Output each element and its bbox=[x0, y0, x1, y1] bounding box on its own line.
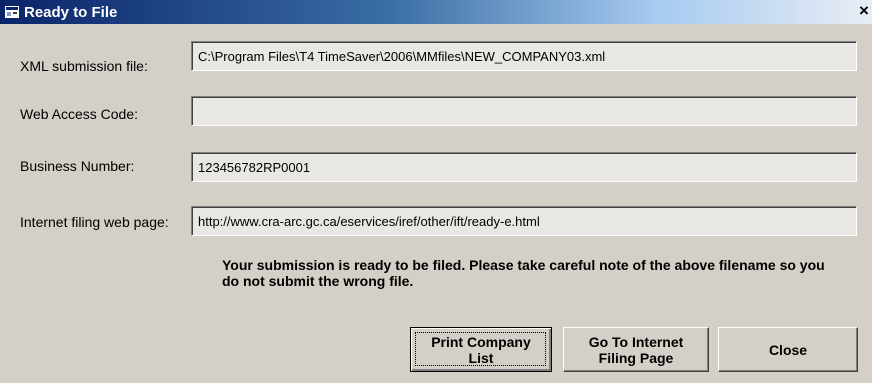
go-to-internet-filing-label: Go To Internet Filing Page bbox=[588, 333, 684, 366]
title-bar[interactable]: Ready to File × bbox=[0, 0, 872, 24]
business-number-field[interactable]: 123456782RP0001 bbox=[191, 152, 857, 182]
close-button-label: Close bbox=[768, 341, 808, 358]
print-company-list-button[interactable]: Print Company List bbox=[410, 327, 552, 372]
filing-web-page-field[interactable]: http://www.cra-arc.gc.ca/eservices/iref/… bbox=[191, 206, 857, 236]
go-to-internet-filing-button[interactable]: Go To Internet Filing Page bbox=[563, 327, 709, 372]
window-title: Ready to File bbox=[24, 3, 118, 21]
print-company-list-label: Print Company List bbox=[431, 333, 531, 366]
filing-web-page-label: Internet filing web page: bbox=[20, 214, 169, 230]
web-access-code-field[interactable] bbox=[191, 96, 857, 126]
xml-file-field[interactable]: C:\Program Files\T4 TimeSaver\2006\MMfil… bbox=[191, 41, 857, 71]
ready-to-file-dialog: Ready to File × XML submission file: C:\… bbox=[0, 0, 872, 383]
close-icon[interactable]: × bbox=[856, 1, 872, 21]
ready-message: Your submission is ready to be filed. Pl… bbox=[222, 257, 825, 289]
web-access-code-label: Web Access Code: bbox=[20, 106, 139, 122]
business-number-label: Business Number: bbox=[20, 158, 135, 174]
window-app-icon bbox=[4, 4, 20, 20]
close-button[interactable]: Close bbox=[718, 327, 858, 372]
xml-file-label: XML submission file: bbox=[20, 58, 148, 74]
